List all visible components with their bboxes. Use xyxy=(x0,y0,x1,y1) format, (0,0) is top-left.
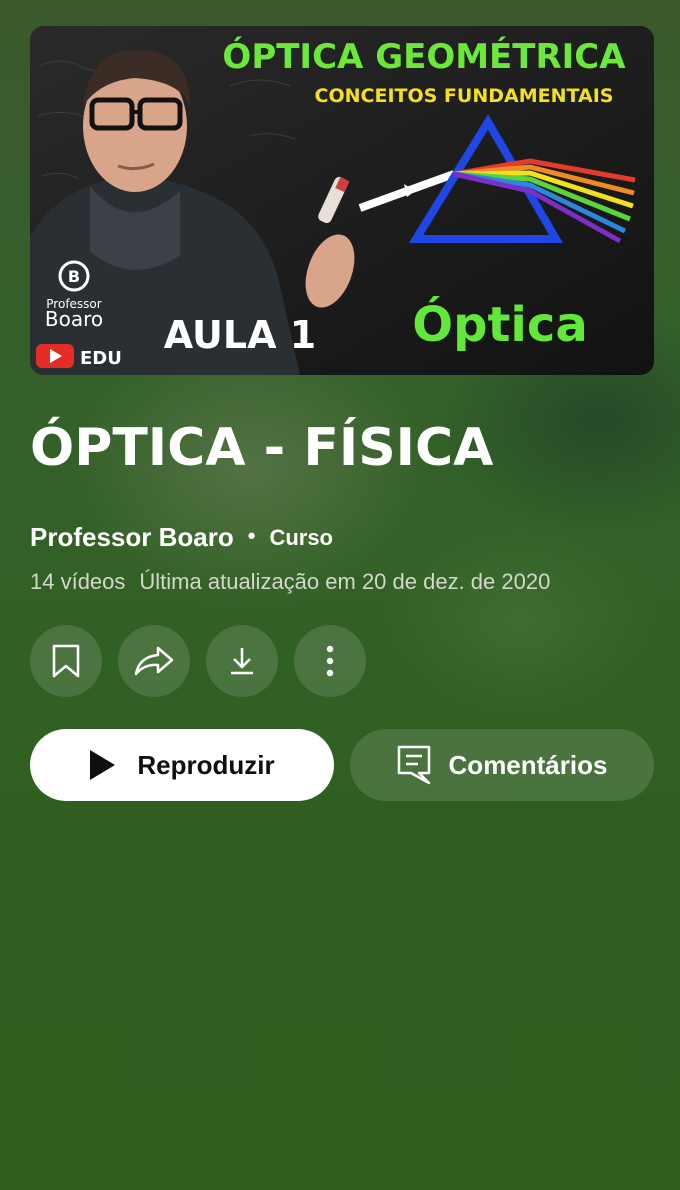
playlist-actions-row xyxy=(30,625,366,697)
svg-text:B: B xyxy=(68,267,80,286)
more-vert-icon xyxy=(326,645,334,677)
meta-separator: • xyxy=(247,522,256,548)
video-count: 14 vídeos xyxy=(30,569,126,594)
thumbnail-subject: Óptica xyxy=(412,296,587,353)
comments-label: Comentários xyxy=(448,749,608,780)
primary-actions: Reproduzir Comentários xyxy=(30,729,654,801)
comments-button[interactable]: Comentários xyxy=(350,729,654,801)
thumbnail-art: ÓPTICA GEOMÉTRICA CONCEITOS FUNDAMENTAIS… xyxy=(30,26,654,375)
svg-text:EDU: EDU xyxy=(80,348,122,369)
download-icon xyxy=(231,648,253,675)
save-button[interactable] xyxy=(30,625,102,697)
comments-icon xyxy=(397,745,430,785)
bookmark-icon xyxy=(52,644,80,678)
play-icon xyxy=(90,750,116,780)
thumbnail-heading: ÓPTICA GEOMÉTRICA xyxy=(222,36,626,77)
play-all-button[interactable]: Reproduzir xyxy=(30,729,334,801)
playlist-thumbnail[interactable]: ÓPTICA GEOMÉTRICA CONCEITOS FUNDAMENTAIS… xyxy=(30,26,654,375)
svg-text:Boaro: Boaro xyxy=(45,307,103,331)
playlist-title: ÓPTICA - FÍSICA xyxy=(30,418,494,478)
playlist-stats: 14 vídeos Última atualização em 20 de de… xyxy=(30,569,550,595)
thumbnail-subheading: CONCEITOS FUNDAMENTAIS xyxy=(315,85,614,107)
playlist-type: Curso xyxy=(269,524,333,550)
thumbnail-lesson: AULA 1 xyxy=(164,313,316,357)
share-icon xyxy=(134,646,174,676)
channel-name[interactable]: Professor Boaro xyxy=(30,522,234,553)
channel-line: Professor Boaro • Curso xyxy=(30,522,333,553)
play-all-label: Reproduzir xyxy=(137,749,275,780)
last-updated: Última atualização em 20 de dez. de 2020 xyxy=(139,569,551,594)
download-button[interactable] xyxy=(206,625,278,697)
more-options-button[interactable] xyxy=(294,625,366,697)
share-button[interactable] xyxy=(118,625,190,697)
